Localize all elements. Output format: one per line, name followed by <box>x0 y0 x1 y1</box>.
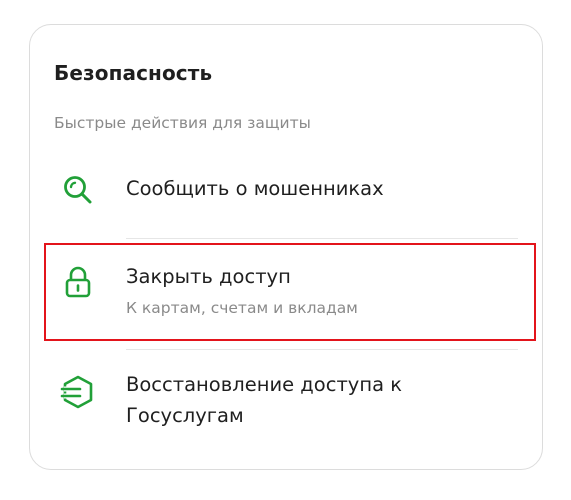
gosuslugi-access-item[interactable]: Восстановление доступа к Госуслугам <box>54 368 518 438</box>
close-access-sublabel: К картам, счетам и вкладам <box>126 299 358 317</box>
report-fraud-item[interactable]: Сообщить о мошенниках <box>54 170 518 210</box>
gosuslugi-access-label-line2: Госуслугам <box>126 404 244 427</box>
report-fraud-label: Сообщить о мошенниках <box>126 177 384 200</box>
search-icon <box>64 176 92 204</box>
close-access-label: Закрыть доступ <box>126 265 291 288</box>
gosuslugi-access-label-line1: Восстановление доступа к <box>126 373 403 396</box>
divider <box>126 349 518 350</box>
card-title: Безопасность <box>54 61 213 85</box>
close-access-item[interactable]: Закрыть доступ К картам, счетам и вклада… <box>54 258 518 328</box>
divider <box>126 238 518 239</box>
card-subtitle: Быстрые действия для защиты <box>54 114 311 132</box>
lock-icon <box>65 266 91 298</box>
gosuslugi-icon <box>60 375 93 409</box>
